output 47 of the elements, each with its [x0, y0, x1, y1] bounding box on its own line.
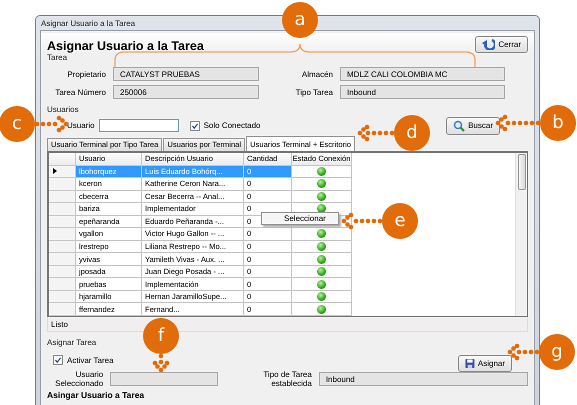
callout-arrow — [358, 124, 394, 142]
close-button[interactable]: Cerrar — [475, 36, 528, 52]
window-title: Asignar Usuario a la Tarea — [41, 18, 136, 28]
readonly-field: Inbound — [340, 85, 505, 99]
row-pointer-icon — [53, 168, 57, 174]
check-icon — [54, 355, 62, 365]
form-title: Asignar Usuario a la Tarea — [47, 38, 204, 52]
callout-arrow — [342, 212, 382, 230]
callout-arrow — [34, 116, 68, 132]
group-label: Usuarios — [47, 105, 80, 115]
save-icon — [465, 358, 475, 368]
checkbox[interactable] — [190, 120, 200, 130]
context-menu-item[interactable]: Seleccionar — [261, 212, 339, 225]
readonly-field: Inbound — [318, 372, 528, 386]
checkbox[interactable] — [53, 355, 63, 365]
field-label: Usuario Seleccionado — [54, 370, 104, 388]
callout-arrow — [496, 114, 540, 132]
row-header[interactable] — [49, 166, 76, 178]
checkbox-label: Solo Conectado — [204, 121, 261, 130]
field-label: Propietario — [66, 70, 106, 78]
user-input-field[interactable] — [98, 119, 179, 132]
field-label: Usuario — [67, 121, 95, 130]
group-label: Tarea — [47, 53, 68, 63]
search-button[interactable]: Buscar — [446, 116, 500, 134]
footer-title: Asingar Usuario a Tarea — [47, 390, 146, 400]
checkbox-label: Activar Tarea — [67, 356, 114, 364]
callout-badge: b — [540, 105, 576, 141]
assign-button[interactable]: Asignar — [458, 354, 512, 372]
field-label: Almacén — [300, 70, 333, 78]
readonly-field: CATALYST PRUEBAS — [113, 67, 259, 81]
readonly-field: MDLZ CALI COLOMBIA MC — [340, 67, 505, 81]
scrollbar[interactable] — [515, 153, 527, 316]
search-icon — [453, 120, 466, 132]
grid-corner-header — [49, 153, 76, 166]
group-label: Asignar Tarea — [47, 338, 98, 348]
readonly-field: 250006 — [113, 85, 259, 99]
callout-badge: g — [539, 334, 575, 370]
return-arrow-icon — [482, 38, 496, 50]
field-label: Tipo Tarea — [294, 88, 333, 96]
check-icon — [190, 120, 199, 130]
callout-arrow — [508, 344, 540, 360]
status-text: Listo — [51, 320, 68, 328]
field-label: Tipo de Tarea establecida — [262, 370, 312, 388]
callout-badge: c — [0, 106, 35, 142]
callout-arrow — [152, 354, 170, 372]
callout-badge: a — [282, 2, 318, 38]
field-label: Tarea Número — [54, 88, 106, 96]
